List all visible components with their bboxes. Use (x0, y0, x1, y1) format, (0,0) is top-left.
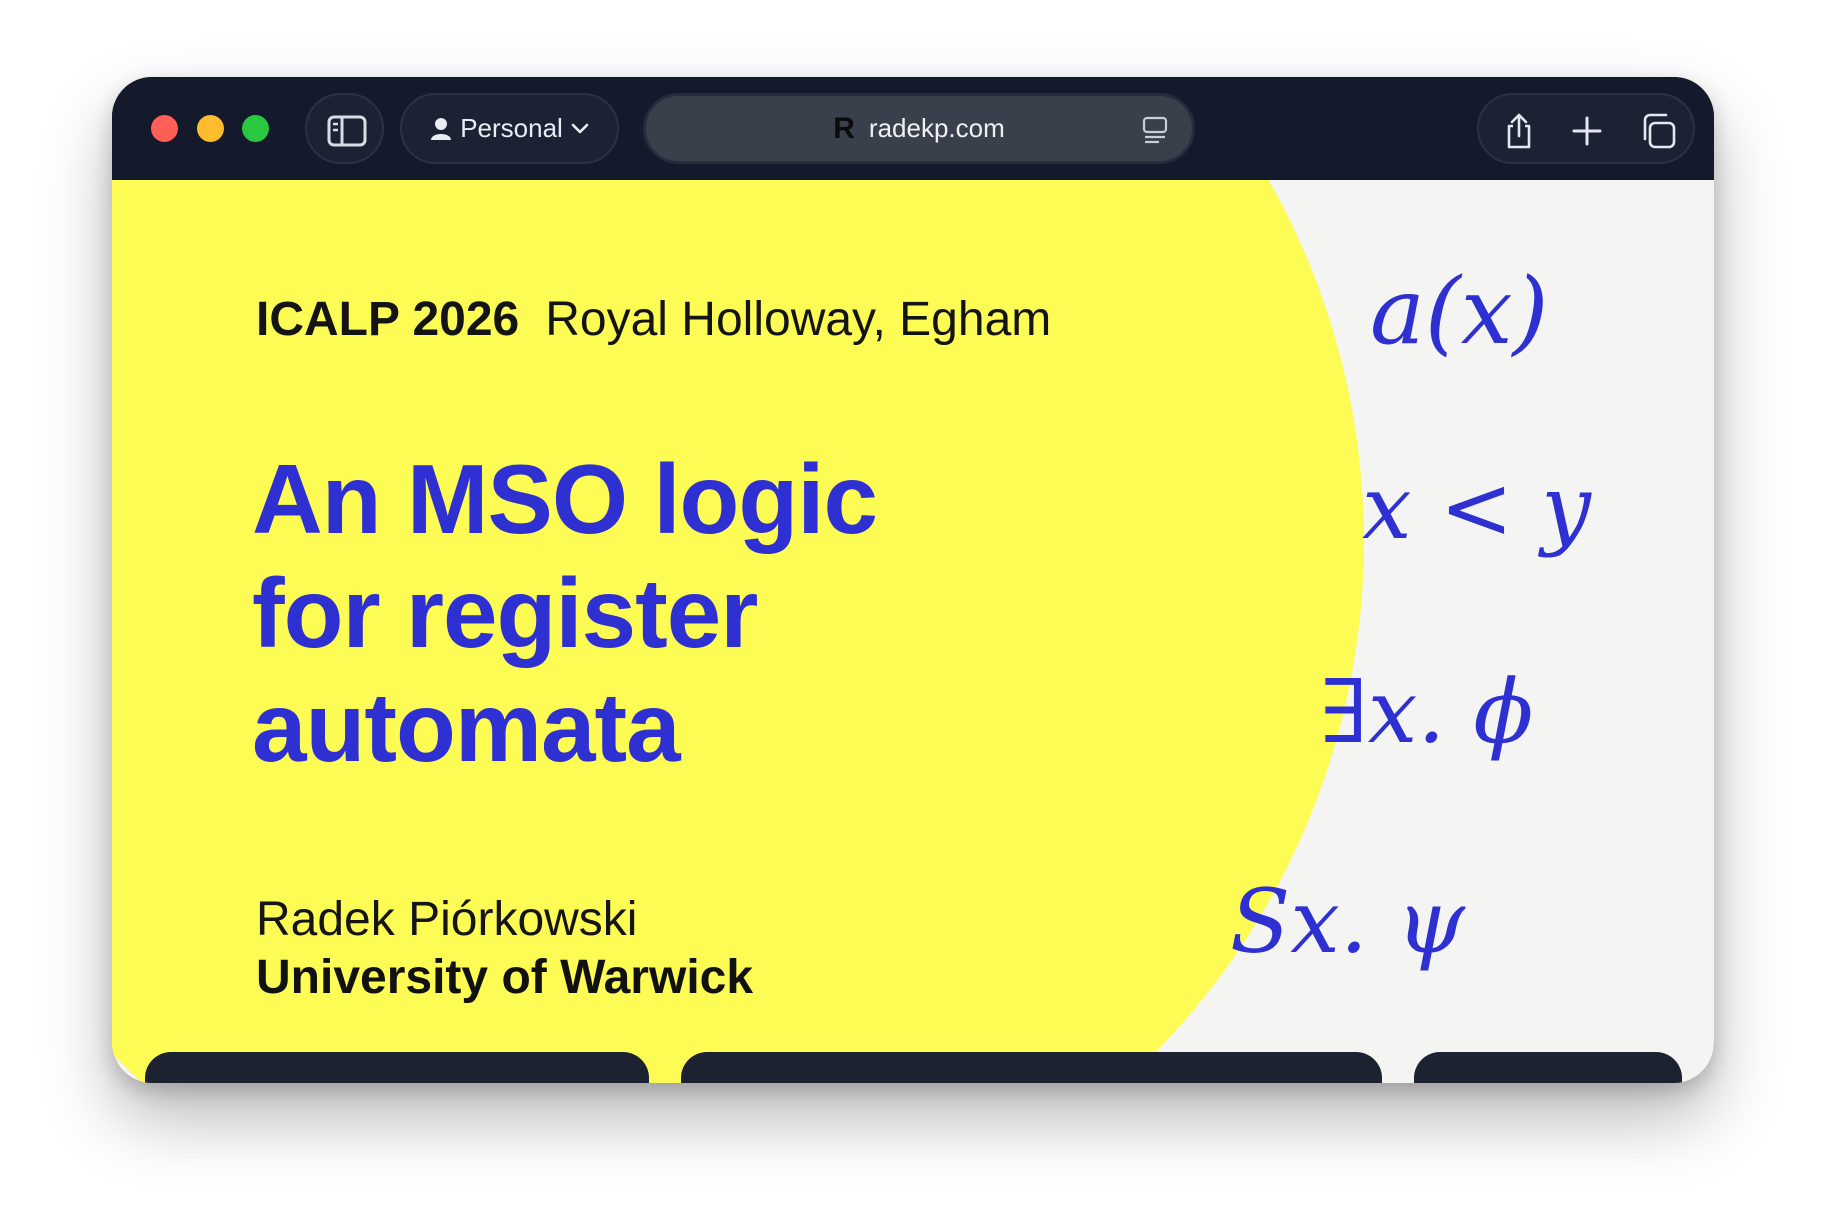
profile-button[interactable]: Personal (400, 93, 619, 164)
minimize-window-button[interactable] (197, 115, 224, 142)
address-bar[interactable]: R radekp.com (643, 93, 1195, 164)
title-line: for register (252, 558, 758, 668)
site-favicon: R (833, 111, 855, 145)
browser-toolbar: Personal R radekp.com (112, 77, 1714, 180)
presentation-slide: ICALP 2026 Royal Holloway, Egham An MSO l… (112, 180, 1714, 1083)
share-icon[interactable] (1501, 112, 1537, 150)
formula: a(x) (1370, 258, 1549, 365)
title-line: automata (252, 672, 681, 782)
profile-label: Personal (460, 113, 563, 143)
zoom-window-button[interactable] (242, 115, 269, 142)
toolbar-actions (1477, 93, 1695, 164)
total-pages: 212 (429, 1078, 489, 1083)
formula: Sx. ψ (1230, 870, 1465, 973)
conference-line: ICALP 2026 Royal Holloway, Egham (256, 292, 1051, 347)
tab-overview-icon[interactable] (1639, 112, 1677, 150)
person-icon (431, 117, 452, 140)
sidebar-toggle-button[interactable] (305, 93, 384, 164)
formula: x < y (1362, 456, 1592, 559)
talk-title: An MSO logic for register automata (252, 442, 1152, 784)
browser-window: Personal R radekp.com ICALP 2026 Royal H… (112, 77, 1714, 1083)
close-window-button[interactable] (151, 115, 178, 142)
conference-name: ICALP 2026 (256, 293, 520, 346)
url-text: radekp.com (868, 113, 1005, 143)
sidebar-icon (327, 115, 367, 147)
formula: ∃x. ϕ (1320, 660, 1534, 763)
page-separator: / (401, 1078, 411, 1083)
conference-venue: Royal Holloway, Egham (545, 293, 1052, 346)
author-name: Radek Piórkowski (256, 893, 638, 946)
slide-progress-panel (681, 1052, 1382, 1083)
chevron-down-icon (571, 123, 589, 133)
new-tab-icon[interactable] (1571, 115, 1603, 147)
slide-navigation-panel: 1 / 212 (145, 1052, 649, 1083)
reader-mode-icon[interactable] (1142, 116, 1168, 144)
author-affiliation: University of Warwick (256, 951, 754, 1004)
slide-tools-panel (1414, 1052, 1682, 1083)
title-line: An MSO logic (252, 444, 878, 554)
current-page-number[interactable]: 1 (335, 1078, 355, 1083)
